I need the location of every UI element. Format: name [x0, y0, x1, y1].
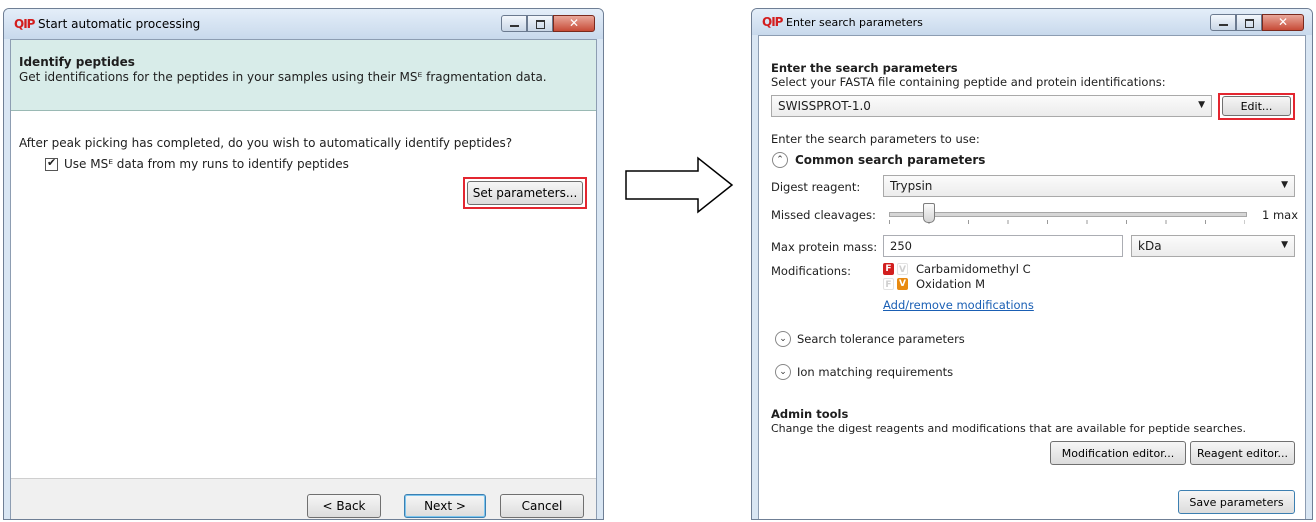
digest-select-value: Trypsin	[890, 179, 933, 193]
missed-slider-ticks	[889, 220, 1245, 224]
dialog-client: Identify peptides Get identifications fo…	[10, 39, 597, 519]
digest-select[interactable]: Trypsin ▼	[883, 175, 1295, 197]
expand-tolerance-button[interactable]: ⌄	[775, 331, 791, 347]
missed-slider-thumb[interactable]	[923, 203, 935, 223]
variable-mod-badge[interactable]: V	[897, 278, 908, 290]
fasta-prompt: Select your FASTA file containing peptid…	[771, 75, 1166, 89]
modification-editor-button[interactable]: Modification editor...	[1050, 441, 1186, 465]
next-button[interactable]: Next >	[404, 494, 486, 518]
checkbox-label: Use MSᴱ data from my runs to identify pe…	[64, 157, 349, 171]
title-bar[interactable]: QIP Start automatic processing ✕	[4, 9, 603, 39]
mass-unit-value: kDa	[1138, 239, 1162, 253]
admin-title: Admin tools	[771, 407, 849, 421]
minimize-button[interactable]	[1210, 14, 1236, 31]
start-processing-window: QIP Start automatic processing ✕ Identif…	[3, 8, 604, 520]
qip-logo: QIP	[14, 17, 35, 31]
mass-unit-select[interactable]: kDa ▼	[1131, 235, 1295, 257]
checkmark-icon: ✔	[47, 156, 57, 169]
collapse-common-button[interactable]: ⌃	[772, 152, 788, 168]
header-panel: Identify peptides Get identifications fo…	[11, 40, 596, 111]
fasta-select[interactable]: SWISSPROT-1.0 ▼	[771, 95, 1212, 117]
maximize-icon	[536, 20, 545, 29]
missed-label: Missed cleavages:	[771, 208, 876, 222]
question-text: After peak picking has completed, do you…	[19, 136, 513, 150]
modification-name: Oxidation M	[916, 277, 986, 291]
title-bar[interactable]: QIP Enter search parameters ✕	[752, 9, 1312, 35]
section-title: Enter the search parameters	[771, 61, 958, 75]
reagent-editor-button[interactable]: Reagent editor...	[1190, 441, 1295, 465]
admin-description: Change the digest reagents and modificat…	[771, 422, 1247, 435]
window-title: Enter search parameters	[786, 16, 923, 29]
close-button[interactable]: ✕	[1262, 14, 1304, 31]
maximize-icon	[1245, 19, 1254, 28]
modification-item: F V Oxidation M	[883, 277, 1083, 291]
modification-name: Carbamidomethyl C	[916, 262, 1031, 276]
cancel-button[interactable]: Cancel	[500, 494, 584, 518]
expand-ion-button[interactable]: ⌄	[775, 364, 791, 380]
add-remove-mods-link[interactable]: Add/remove modifications	[883, 298, 1034, 312]
fasta-select-value: SWISSPROT-1.0	[778, 99, 871, 113]
mass-label: Max protein mass:	[771, 240, 878, 254]
window-title: Start automatic processing	[38, 17, 201, 31]
variable-mod-badge[interactable]: V	[897, 263, 908, 275]
close-button[interactable]: ✕	[553, 15, 595, 32]
minimize-icon	[1219, 24, 1228, 26]
set-parameters-button[interactable]: Set parameters...	[467, 181, 583, 205]
digest-label: Digest reagent:	[771, 180, 861, 194]
fixed-mod-badge[interactable]: F	[883, 278, 894, 290]
chevron-down-icon: ▼	[1281, 240, 1288, 250]
mass-input-value: 250	[890, 239, 912, 253]
header-title: Identify peptides	[19, 55, 135, 69]
tolerance-title[interactable]: Search tolerance parameters	[797, 332, 965, 346]
close-icon: ✕	[569, 16, 580, 30]
chevron-down-icon: ▼	[1198, 100, 1205, 110]
close-icon: ✕	[1278, 15, 1289, 29]
back-button[interactable]: < Back	[307, 494, 381, 518]
common-params-title: Common search parameters	[795, 153, 986, 167]
missed-value: 1 max	[1262, 208, 1299, 222]
search-parameters-window: QIP Enter search parameters ✕ Enter the …	[751, 8, 1313, 520]
mods-label: Modifications:	[771, 264, 851, 278]
header-description: Get identifications for the peptides in …	[19, 70, 547, 84]
dialog-client: Enter the search parameters Select your …	[758, 35, 1306, 519]
ion-matching-title[interactable]: Ion matching requirements	[797, 365, 953, 379]
maximize-button[interactable]	[1236, 14, 1262, 31]
button-bar: < Back Next > Cancel	[11, 478, 596, 519]
edit-button[interactable]: Edit...	[1222, 96, 1291, 116]
minimize-button[interactable]	[501, 15, 527, 32]
fixed-mod-badge[interactable]: F	[883, 263, 894, 275]
missed-slider-track[interactable]	[889, 212, 1247, 217]
save-parameters-button[interactable]: Save parameters	[1178, 490, 1295, 514]
minimize-icon	[510, 25, 519, 27]
qip-logo: QIP	[762, 15, 783, 29]
mass-input[interactable]: 250	[883, 235, 1123, 257]
use-mse-checkbox[interactable]: ✔	[45, 156, 58, 171]
params-prompt: Enter the search parameters to use:	[771, 132, 980, 146]
maximize-button[interactable]	[527, 15, 553, 32]
modification-item: F V Carbamidomethyl C	[883, 262, 1083, 276]
arrow-shape	[625, 156, 734, 214]
chevron-down-icon: ▼	[1281, 180, 1288, 190]
flow-arrow	[625, 156, 734, 214]
